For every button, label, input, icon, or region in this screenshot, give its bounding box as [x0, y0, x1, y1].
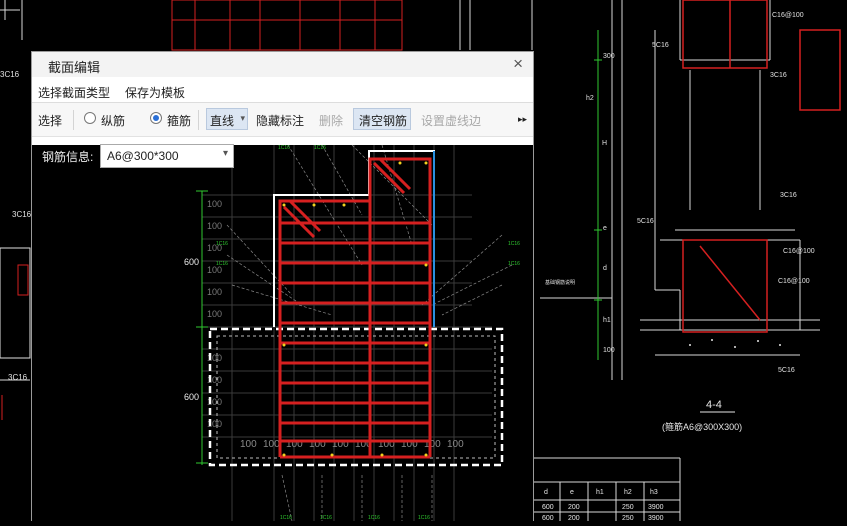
set-dashed-edge-button[interactable]: 设置虚线边: [421, 112, 481, 129]
dim-300: 300: [603, 53, 615, 60]
right-column-drawing: [540, 0, 820, 380]
dim-lower-label: 600: [184, 392, 199, 402]
radio-longitudinal[interactable]: [84, 112, 96, 124]
table-cell: 200: [568, 515, 580, 521]
right-dim-lines: [594, 30, 602, 360]
table-cell: 200: [568, 504, 580, 511]
line-mode-label: 直线: [210, 114, 235, 128]
rebar-tag: 1C16: [368, 515, 380, 521]
bottom-label: 100: [447, 439, 464, 450]
label-top-rebar: C16@100: [772, 12, 804, 19]
table-header-e: e: [570, 489, 574, 496]
section-drawing: 600 600 1C16 1C16 1C16 1C16 1C16 1C16 1C…: [184, 144, 520, 522]
rebar-tag: 1C16: [320, 515, 332, 521]
rebar-info-value: A6@300*300: [107, 149, 179, 163]
chevron-down-icon: ▾: [222, 148, 228, 159]
rebar-tag: 1C16: [508, 241, 520, 247]
dim-upper-label: 600: [184, 257, 199, 267]
foundation-hatch: [689, 339, 781, 348]
clear-rebar-button[interactable]: 清空钢筋: [353, 108, 411, 130]
table-cell: 600: [542, 515, 554, 521]
rebar-tag: 1C16: [418, 515, 430, 521]
bottom-label: 100: [263, 439, 280, 450]
rebar-stirrups: [278, 157, 432, 459]
left-cad-fragment: [0, 0, 31, 381]
table-cell: 600: [542, 504, 554, 511]
menu-save-as-template[interactable]: 保存为模板: [125, 84, 185, 101]
radio-stirrup[interactable]: [150, 112, 162, 124]
line-mode-dropdown[interactable]: 直线 ▾: [206, 108, 248, 130]
grid-label: 100: [207, 221, 222, 231]
rebar-info-label: 钢筋信息:: [42, 150, 94, 164]
grid-label: 100: [207, 309, 222, 319]
left-label-2: 3C16: [12, 210, 32, 219]
label-c16-100-b: C16@100: [778, 278, 810, 285]
grid-labels-left: 100 100 100 100 100 100 100 100 100 100: [207, 199, 222, 429]
left-label-1: 3C16: [0, 70, 20, 79]
dim-h2: h2: [586, 95, 594, 102]
label-3c16-a: 3C16: [770, 72, 787, 79]
label-5c16-c: 5C16: [778, 367, 795, 374]
section-edit-dialog: 截面编辑 × 选择截面类型 保存为模板 选择 纵筋 箍筋 直线 ▾ 隐藏标注 删…: [31, 51, 534, 522]
clear-rebar-label: 清空钢筋: [359, 114, 408, 128]
grid-label: 100: [207, 199, 222, 209]
dim-d: d: [603, 265, 607, 272]
dim-h1: h1: [603, 317, 611, 324]
left-red-marks: [1, 264, 29, 420]
label-c16-100-a: C16@100: [783, 248, 815, 255]
label-stirrup[interactable]: 箍筋: [167, 112, 191, 129]
toolbar-separator: [198, 110, 199, 130]
delete-button[interactable]: 删除: [319, 112, 343, 129]
tool-select[interactable]: 选择: [38, 112, 62, 129]
dialog-title: 截面编辑: [48, 60, 101, 75]
chevron-down-icon: ▾: [240, 113, 245, 123]
top-red-fragment: [171, 0, 403, 51]
table-header-h1: h1: [596, 489, 604, 496]
hide-annotation-button[interactable]: 隐藏标注: [256, 112, 304, 129]
rebar-info-select[interactable]: A6@300*300 ▾: [100, 144, 234, 168]
table-cell: 250: [622, 504, 634, 511]
toolbar-separator: [73, 110, 74, 130]
table-cell: 250: [622, 515, 634, 521]
grid-label: 100: [207, 287, 222, 297]
grid-label: 100: [207, 265, 222, 275]
table-header-h2: h2: [624, 489, 632, 496]
rebar-points: [282, 161, 428, 457]
rebar-tag: 1C16: [508, 261, 520, 267]
dim-100: 100: [603, 347, 615, 354]
label-5c16-a: 5C16: [652, 42, 669, 49]
table-header-d: d: [544, 489, 548, 496]
dim-e: e: [603, 225, 607, 232]
right-red-rebar: [682, 0, 841, 333]
label-3c16-b: 3C16: [780, 192, 797, 199]
close-icon[interactable]: ×: [513, 54, 523, 74]
rebar-tag: 1C16: [280, 515, 292, 521]
mini-note: 基础钢筋说明: [545, 279, 575, 286]
table-cell: 3900: [648, 504, 664, 511]
top-white-lines: [459, 0, 533, 50]
more-icon[interactable]: ▸▸: [518, 114, 527, 125]
dim-h: H: [602, 140, 607, 147]
dialog-menubar: 选择截面类型 保存为模板: [32, 77, 533, 103]
left-label-3: 3C16: [8, 373, 28, 382]
bottom-table-grid: [534, 457, 681, 521]
section-sub: (箍筋A6@300X300): [662, 421, 742, 432]
grid-label: 100: [207, 243, 222, 253]
table-header-h3: h3: [650, 489, 658, 496]
label-longitudinal[interactable]: 纵筋: [101, 112, 125, 129]
label-5c16-b: 5C16: [637, 218, 654, 225]
section-canvas[interactable]: 600 600 1C16 1C16 1C16 1C16 1C16 1C16 1C…: [32, 144, 533, 522]
table-cell: 3900: [648, 515, 664, 521]
dialog-titlebar[interactable]: 截面编辑 ×: [32, 52, 533, 77]
section-label: 4-4: [706, 399, 722, 411]
menu-select-section-type[interactable]: 选择截面类型: [38, 84, 110, 101]
rebar-info-row: 钢筋信息: A6@300*300 ▾: [32, 136, 533, 174]
dialog-toolbar: 选择 纵筋 箍筋 直线 ▾ 隐藏标注 删除 清空钢筋 设置虚线边 ▸▸: [32, 103, 533, 137]
bottom-label: 100: [240, 439, 257, 450]
